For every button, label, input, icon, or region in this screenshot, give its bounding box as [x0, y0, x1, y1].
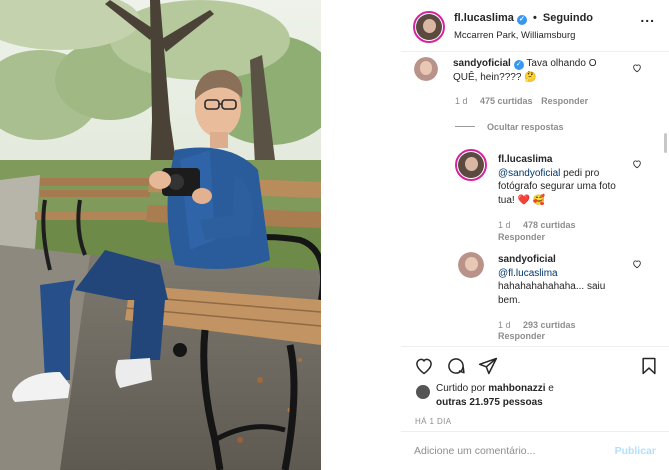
reply-avatar[interactable]	[455, 149, 487, 181]
post-header: fl.lucaslima ✓ • Seguindo Mccarren Park, …	[401, 0, 669, 52]
likes-mid: e	[545, 383, 554, 394]
likes-prefix: Curtido por	[436, 383, 489, 394]
reply-body: fl.lucaslima @sandyoficial pedi pro fotó…	[498, 153, 626, 207]
reply-avatar[interactable]	[458, 252, 484, 278]
comment-username[interactable]: sandyoficial	[453, 58, 511, 69]
reply-likes-count[interactable]: 293 curtidas	[523, 320, 576, 330]
reply-meta: 1 d 293 curtidas	[498, 320, 576, 330]
reply-reply-button[interactable]: Responder	[498, 331, 545, 341]
more-options-icon[interactable]: ...	[640, 9, 655, 25]
comment-meta: 1 d 475 curtidas Responder	[455, 96, 588, 106]
save-bookmark-icon[interactable]	[639, 356, 659, 376]
author-avatar-image	[416, 14, 442, 40]
reply-text: hahahahahahaha... saiu bem.	[498, 281, 606, 306]
post-actions: Curtido por mahbonazzi e outras 21.975 p…	[401, 346, 669, 430]
post-photo[interactable]	[0, 0, 321, 470]
add-comment-input[interactable]	[414, 443, 604, 459]
reply-body: sandyoficial @fl.lucaslima hahahahahahah…	[498, 253, 626, 307]
reply-age[interactable]: 1 d	[498, 320, 511, 330]
post-timestamp[interactable]: HÁ 1 DIA	[415, 417, 452, 426]
reply-like-heart-icon[interactable]	[632, 159, 642, 169]
likes-summary: Curtido por mahbonazzi e outras 21.975 p…	[436, 382, 554, 409]
comments-scrollbar[interactable]	[664, 133, 667, 153]
reply-username[interactable]: sandyoficial	[498, 254, 556, 265]
comment-like-heart-icon[interactable]	[632, 63, 642, 73]
reply-username[interactable]: fl.lucaslima	[498, 154, 552, 165]
post-sidebar: fl.lucaslima ✓ • Seguindo Mccarren Park, …	[401, 0, 669, 470]
comment-reply-button[interactable]: Responder	[541, 96, 588, 106]
likes-others-link[interactable]: outras 21.975 pessoas	[436, 397, 543, 408]
post-photo-illustration	[0, 0, 321, 470]
reply-avatar-image	[458, 252, 484, 278]
comments-section[interactable]: sandyoficial ✓ Tava olhando O QUÊ, hein??…	[401, 53, 669, 346]
reply-avatar-image	[458, 152, 484, 178]
reply-likes-count[interactable]: 478 curtidas	[523, 220, 576, 230]
comment-body: sandyoficial ✓ Tava olhando O QUÊ, hein??…	[453, 57, 623, 84]
verified-icon: ✓	[513, 60, 524, 70]
author-username[interactable]: fl.lucaslima	[454, 12, 514, 24]
comment-avatar-image	[414, 57, 438, 81]
like-heart-icon[interactable]	[414, 356, 434, 376]
share-direct-icon[interactable]	[478, 356, 498, 376]
comment-bubble-icon[interactable]	[446, 356, 466, 376]
reply-mention[interactable]: @sandyoficial	[498, 168, 560, 179]
reply-reply-row: Responder	[498, 232, 545, 242]
author-avatar[interactable]	[413, 11, 445, 43]
verified-icon: ✓	[516, 15, 527, 25]
liker-username[interactable]: mahbonazzi	[488, 383, 545, 394]
reply-mention[interactable]: @fl.lucaslima	[498, 268, 558, 279]
comment-likes-count[interactable]: 475 curtidas	[480, 96, 533, 106]
following-button[interactable]: Seguindo	[543, 12, 593, 24]
hide-replies-line	[455, 126, 475, 127]
reply-reply-row: Responder	[498, 331, 545, 341]
reply-reply-button[interactable]: Responder	[498, 232, 545, 242]
header-user-line: fl.lucaslima ✓ • Seguindo	[454, 12, 593, 25]
reply-age[interactable]: 1 d	[498, 220, 511, 230]
comment-avatar[interactable]	[414, 57, 438, 81]
reply-like-heart-icon[interactable]	[632, 259, 642, 269]
reply-meta: 1 d 478 curtidas	[498, 220, 576, 230]
add-comment-bar: Publicar	[401, 431, 669, 470]
liker-avatar[interactable]	[416, 385, 430, 399]
hide-replies-button[interactable]: Ocultar respostas	[487, 122, 564, 132]
location-link[interactable]: Mccarren Park, Williamsburg	[454, 30, 575, 41]
publish-button[interactable]: Publicar	[615, 445, 656, 457]
header-separator: •	[532, 12, 537, 24]
comment-age[interactable]: 1 d	[455, 96, 468, 106]
